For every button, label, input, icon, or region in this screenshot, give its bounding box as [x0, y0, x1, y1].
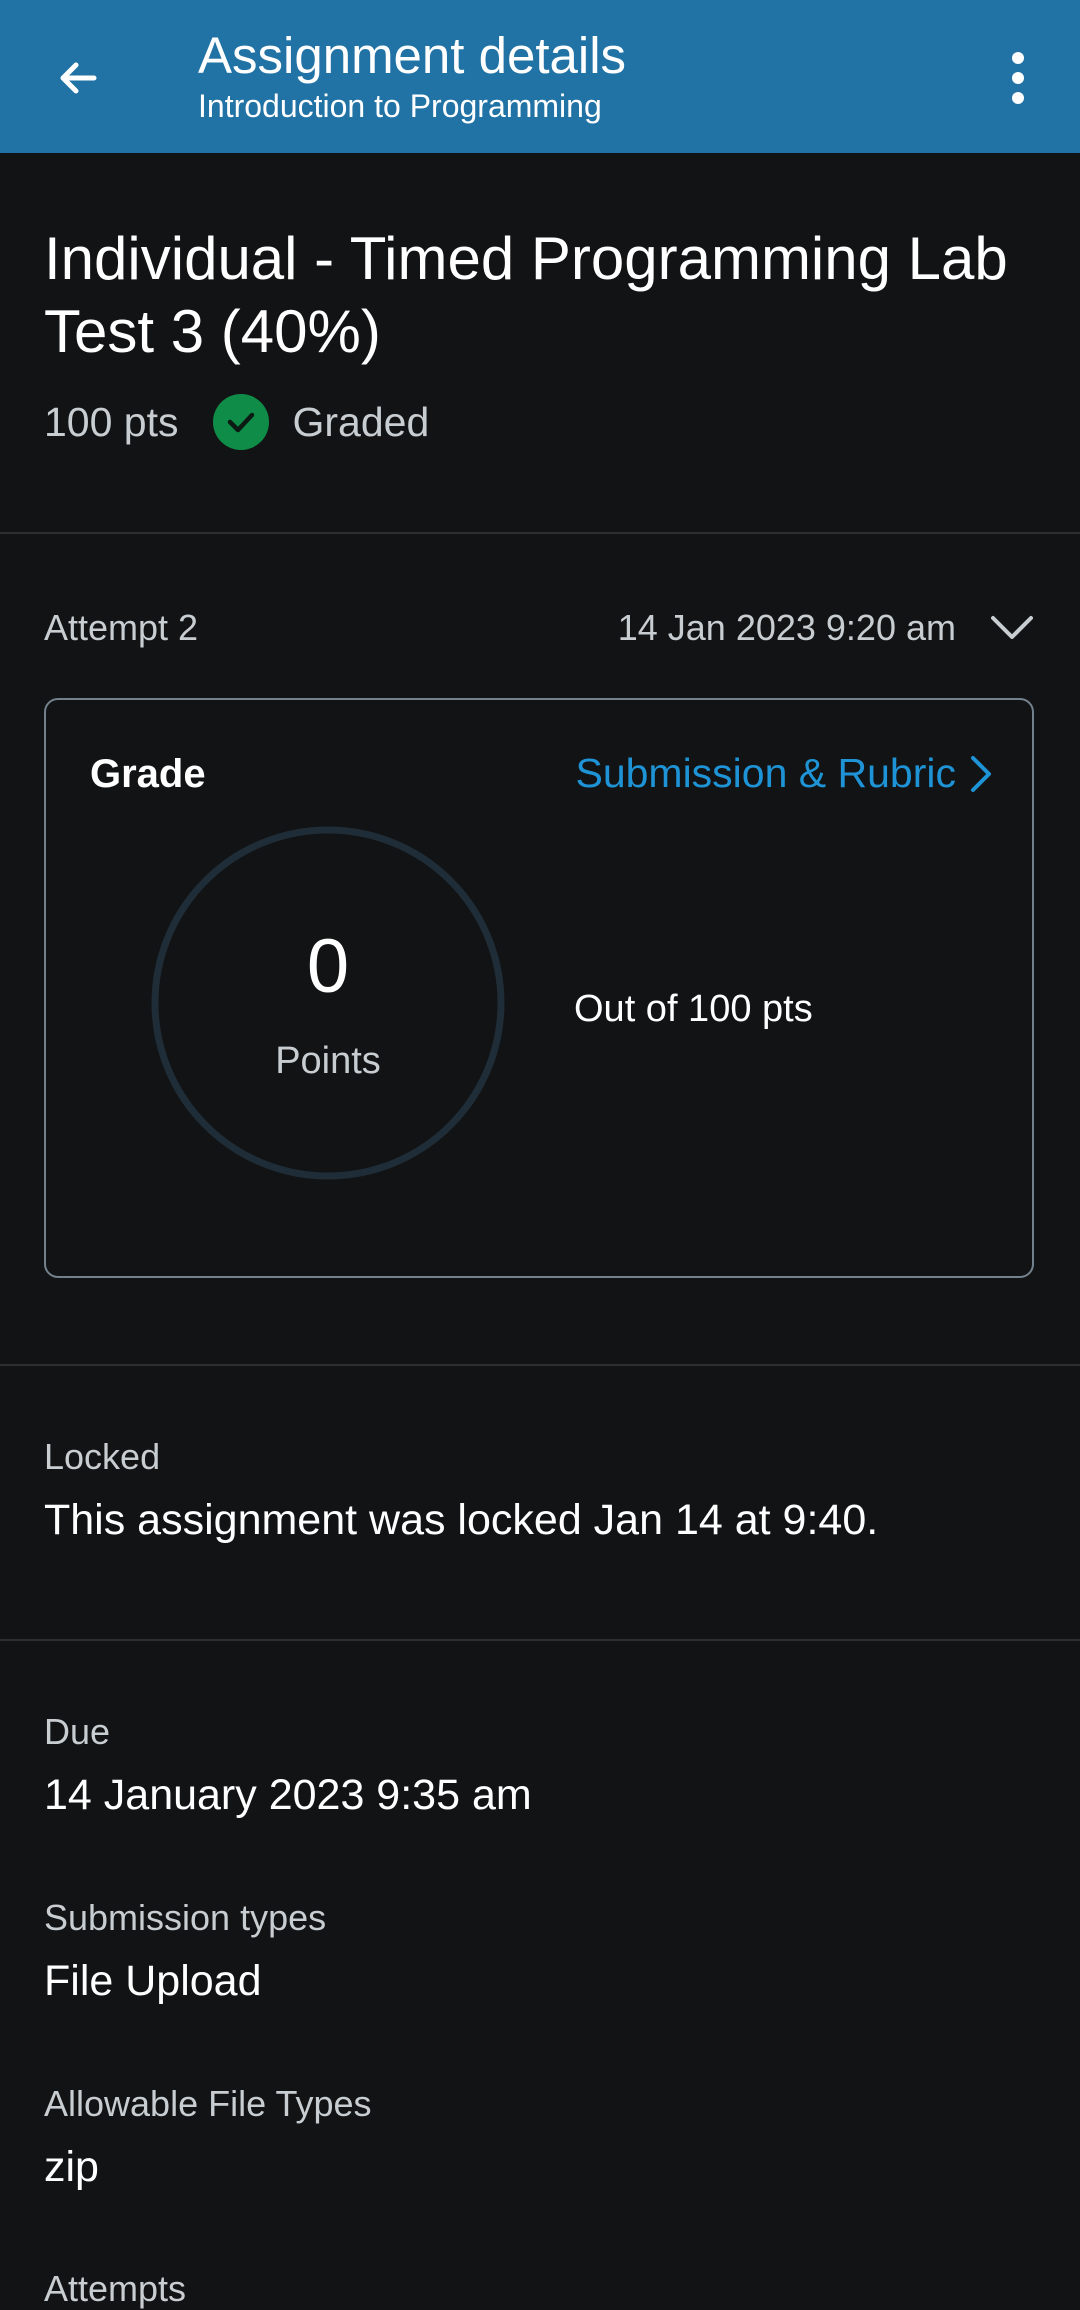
- assignment-title: Individual - Timed Programming Lab Test …: [44, 225, 1008, 365]
- grade-label: Grade: [90, 752, 206, 796]
- locked-message: This assignment was locked Jan 14 at 9:4…: [44, 1496, 879, 1544]
- check-circle-icon: [212, 394, 269, 450]
- back-button[interactable]: [40, 40, 116, 116]
- app-bar: Assignment details Introduction to Progr…: [0, 0, 1080, 153]
- points-out-of: Out of 100 pts: [574, 988, 813, 1030]
- arrow-left-icon: [60, 62, 97, 94]
- submission-types-label: Submission types: [44, 1897, 327, 1938]
- score-label: Points: [275, 1040, 381, 1082]
- chevron-right-icon: [971, 755, 991, 792]
- attempts-label: Attempts: [44, 2268, 187, 2309]
- attempt-row: Attempt 2 14 Jan 2023 9:20 am: [44, 598, 1034, 658]
- grade-card: Grade Submission & Rubric 0 Points Out o…: [44, 698, 1034, 1278]
- divider: [0, 1364, 1080, 1366]
- submission-rubric-label: Submission & Rubric: [575, 750, 956, 796]
- submission-types-value: File Upload: [44, 1957, 262, 2005]
- app-bar-titles: Assignment details Introduction to Progr…: [198, 24, 626, 126]
- locked-label: Locked: [44, 1436, 161, 1477]
- attempt-label: Attempt 2: [44, 607, 199, 648]
- course-subtitle: Introduction to Programming: [198, 88, 602, 124]
- file-types-value: zip: [44, 2143, 99, 2191]
- more-vertical-icon: [1012, 52, 1024, 104]
- divider: [0, 1639, 1080, 1641]
- file-types-label: Allowable File Types: [44, 2083, 372, 2124]
- due-value: 14 January 2023 9:35 am: [44, 1771, 532, 1819]
- due-label: Due: [44, 1711, 111, 1752]
- divider: [0, 532, 1080, 534]
- chevron-down-icon: [991, 616, 1033, 639]
- status-badge: Graded: [292, 398, 430, 445]
- submission-rubric-link[interactable]: Submission & Rubric: [575, 750, 992, 797]
- points-possible: 100 pts: [44, 398, 179, 445]
- assignment-meta: 100 pts Graded: [44, 390, 429, 454]
- more-options-button[interactable]: [988, 38, 1048, 118]
- attempt-selector[interactable]: 14 Jan 2023 9:20 am: [618, 607, 1034, 649]
- attempt-date: 14 Jan 2023 9:20 am: [617, 607, 956, 648]
- score-value: 0: [306, 924, 350, 1009]
- page-title: Assignment details: [198, 27, 627, 84]
